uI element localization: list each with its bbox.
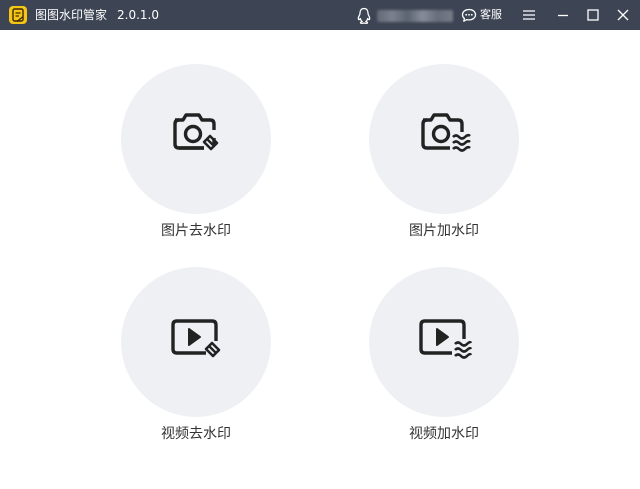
tool-icon-circle <box>121 267 271 417</box>
qq-penguin-icon[interactable] <box>355 7 373 25</box>
tool-icon-circle <box>121 64 271 214</box>
camera-eraser-icon <box>173 113 219 151</box>
tool-icon-circle <box>369 267 519 417</box>
hamburger-menu-icon <box>523 10 535 20</box>
tool-label: 视频去水印 <box>161 426 231 442</box>
title-bar: 图图水印管家 2.0.1.0 客服 <box>0 0 640 30</box>
video-wave-icon <box>419 319 473 359</box>
video-eraser-icon <box>171 319 221 358</box>
tool-label: 视频加水印 <box>409 426 479 442</box>
app-title: 图图水印管家 2.0.1.0 <box>35 7 159 23</box>
menu-button[interactable] <box>513 0 545 30</box>
close-button[interactable] <box>607 0 639 30</box>
maximize-icon <box>587 9 599 21</box>
tool-label: 图片去水印 <box>161 223 231 239</box>
maximize-button[interactable] <box>577 0 609 30</box>
tool-label: 图片加水印 <box>409 223 479 239</box>
app-logo-icon <box>9 6 27 24</box>
chat-bubble-icon <box>461 8 477 22</box>
app-version: 2.0.1.0 <box>117 8 159 22</box>
customer-service-label: 客服 <box>480 8 502 21</box>
minimize-icon <box>558 14 568 17</box>
tool-icon-circle <box>369 64 519 214</box>
customer-service-button[interactable]: 客服 <box>461 7 505 24</box>
user-account-blurred[interactable] <box>377 10 453 22</box>
camera-wave-icon <box>421 113 471 152</box>
close-icon <box>617 9 629 21</box>
app-name: 图图水印管家 <box>35 8 108 22</box>
minimize-button[interactable] <box>547 0 579 30</box>
